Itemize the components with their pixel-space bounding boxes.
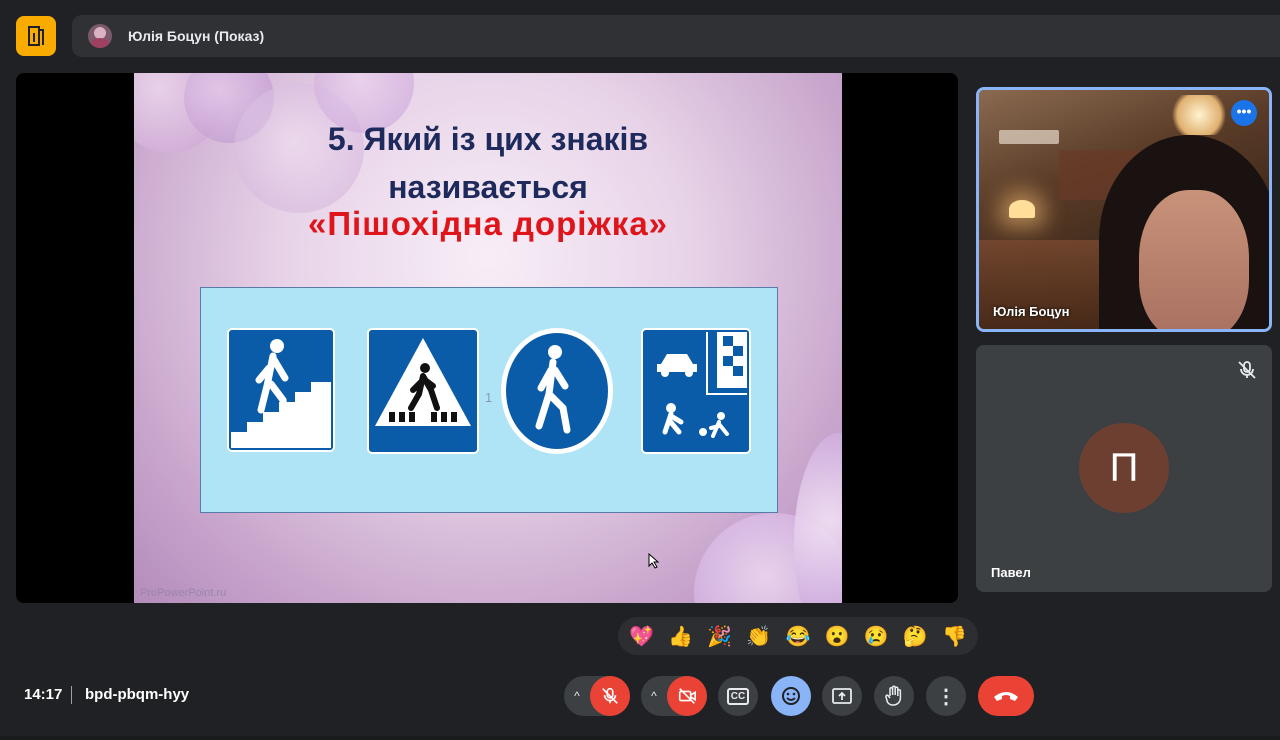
video-feed <box>1139 190 1249 329</box>
mic-control-group: ^ <box>564 676 630 716</box>
reactions-bar: 💖 👍 🎉 👏 😂 😮 😢 🤔 👎 <box>618 617 978 655</box>
reaction-thinking[interactable]: 🤔 <box>897 624 933 649</box>
video-feed <box>1169 95 1229 135</box>
camera-off-icon <box>678 688 696 704</box>
presentation-slide: 5. Який із цих знаків називається «Пішох… <box>134 73 842 603</box>
hand-icon <box>885 685 902 706</box>
slide-highlight: «Пішохідна доріжка» <box>307 205 669 242</box>
camera-control-group: ^ <box>641 676 707 716</box>
mic-off-icon <box>1238 361 1256 379</box>
reaction-laughing[interactable]: 😂 <box>780 624 816 649</box>
reaction-surprised[interactable]: 😮 <box>819 624 855 649</box>
door-icon <box>28 26 44 46</box>
tile-more-options-button[interactable]: ••• <box>1231 100 1257 126</box>
slide-decoration <box>794 433 842 603</box>
sign-panel: 1 <box>200 287 778 513</box>
reaction-thumbs-down[interactable]: 👎 <box>936 624 972 649</box>
reaction-party-popper[interactable]: 🎉 <box>702 624 738 649</box>
participant-tile-self[interactable]: ••• Юлія Боцун <box>976 87 1272 332</box>
reaction-clapping[interactable]: 👏 <box>741 624 777 649</box>
more-options-button[interactable]: ⋮ <box>926 676 966 716</box>
pedestrian-stairs-sign[interactable] <box>227 328 335 452</box>
slide-title: 5. Який із цих знаків називається <box>134 115 842 211</box>
avatar: П <box>1079 423 1169 513</box>
participant-name: Юлія Боцун <box>993 304 1070 319</box>
hang-up-icon <box>994 692 1018 701</box>
divider <box>71 686 72 704</box>
presenter-avatar <box>88 24 112 48</box>
mic-options-chevron-icon[interactable]: ^ <box>564 689 590 703</box>
video-feed <box>999 130 1059 144</box>
emoji-smile-icon <box>782 687 800 705</box>
leave-call-button[interactable] <box>978 676 1034 716</box>
presenter-label: Юлія Боцун (Показ) <box>128 28 265 44</box>
present-screen-button[interactable] <box>822 676 862 716</box>
present-screen-icon <box>832 688 852 704</box>
meeting-time: 14:17 <box>24 686 63 703</box>
slide-title-line-2: називається <box>388 169 588 205</box>
participant-tile-pavel[interactable]: П Павел <box>976 345 1272 592</box>
presentation-stage: 5. Який із цих знаків називається «Пішох… <box>16 73 958 603</box>
camera-toggle-button[interactable] <box>667 676 707 716</box>
more-vert-icon: ⋮ <box>936 685 956 708</box>
slide-title-line-1: 5. Який із цих знаків <box>327 121 649 157</box>
reaction-sparkling-heart[interactable]: 💖 <box>624 624 660 649</box>
meet-app-icon[interactable] <box>16 16 56 56</box>
pedestrian-path-sign[interactable] <box>499 326 615 456</box>
meeting-code[interactable]: bpd-pbqm-hyy <box>85 686 189 703</box>
captions-icon: CC <box>726 687 750 705</box>
reaction-thumbs-up[interactable]: 👍 <box>663 624 699 649</box>
crosswalk-sign[interactable] <box>367 328 479 454</box>
mic-toggle-button[interactable] <box>590 676 630 716</box>
raise-hand-button[interactable] <box>874 676 914 716</box>
living-zone-sign[interactable] <box>641 328 751 454</box>
reaction-crying[interactable]: 😢 <box>858 624 894 649</box>
reactions-button[interactable] <box>771 676 811 716</box>
participant-name: Павел <box>991 565 1031 580</box>
presenter-bar: Юлія Боцун (Показ) <box>72 15 1280 57</box>
sign-number: 1 <box>485 390 493 405</box>
captions-button[interactable]: CC <box>718 676 758 716</box>
video-feed <box>1009 200 1035 218</box>
mic-off-icon <box>602 687 618 704</box>
bottom-strip <box>0 736 1280 740</box>
camera-options-chevron-icon[interactable]: ^ <box>641 689 667 703</box>
slide-watermark: ProPowerPoint.ru <box>140 587 227 599</box>
mouse-cursor-icon <box>648 553 660 569</box>
